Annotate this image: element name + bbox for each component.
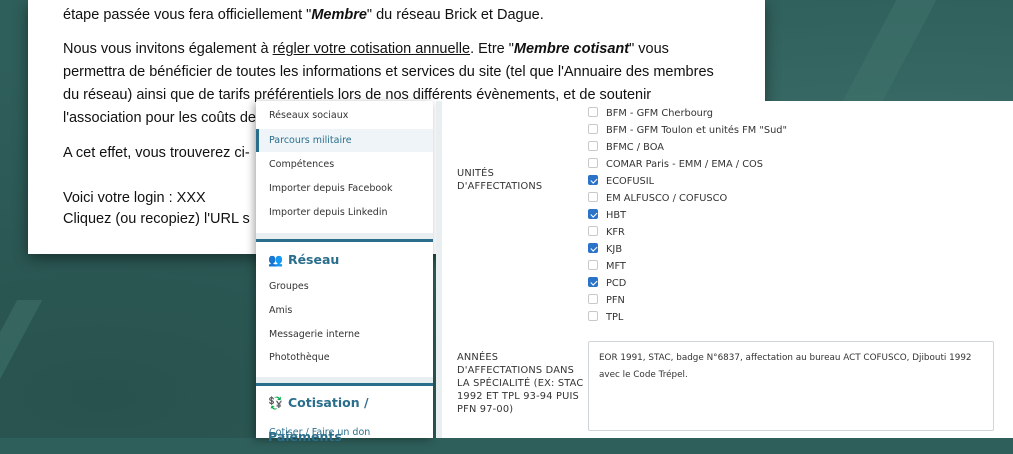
- checkbox-label: PFN: [606, 295, 625, 306]
- checkbox-row[interactable]: ECOFUSIL: [588, 173, 654, 190]
- sidebar-item-import-facebook[interactable]: Importer depuis Facebook: [256, 177, 433, 200]
- checkbox[interactable]: [588, 124, 598, 134]
- email-line-3: permettra de bénéficier de toutes les in…: [63, 64, 714, 80]
- checkbox-row[interactable]: BFM - GFM Cherbourg: [588, 105, 713, 122]
- sidebar-section-reseau[interactable]: 👥 Réseau: [256, 239, 433, 277]
- annees-textarea[interactable]: EOR 1991, STAC, badge N°6837, affectatio…: [588, 341, 994, 431]
- checkbox[interactable]: [588, 311, 598, 321]
- checkbox-row[interactable]: KJB: [588, 241, 622, 258]
- sidebar-item-groupes[interactable]: Groupes: [256, 275, 433, 298]
- checkbox-label: BFMC / BOA: [606, 142, 664, 153]
- checkbox-label: BFM - GFM Cherbourg: [606, 108, 713, 119]
- money-icon: 💱: [268, 396, 283, 410]
- checkbox-label: COMAR Paris - EMM / EMA / COS: [606, 159, 763, 170]
- checkbox-row[interactable]: PFN: [588, 292, 625, 309]
- sidebar-item-reseaux-sociaux[interactable]: Réseaux sociaux: [256, 104, 433, 127]
- unites-label: Unités d'affectations: [457, 168, 543, 192]
- email-line-6: A cet effet, vous trouverez ci-: [63, 145, 250, 161]
- checkbox-row[interactable]: BFM - GFM Toulon et unités FM "Sud": [588, 122, 787, 139]
- checkbox-row[interactable]: EM ALFUSCO / COFUSCO: [588, 190, 727, 207]
- checkbox-row[interactable]: KFR: [588, 224, 625, 241]
- users-icon: 👥: [268, 253, 283, 267]
- email-text: étape passée vous fera officiellement ": [63, 7, 312, 23]
- checkbox-checked[interactable]: [588, 175, 598, 185]
- email-text: . Etre ": [470, 41, 514, 57]
- email-text: " du réseau Brick et Dague.: [366, 7, 544, 23]
- checkbox[interactable]: [588, 192, 598, 202]
- email-bold-text: Membre: [311, 7, 367, 23]
- email-line-5: l'association pour les coûts de: [63, 110, 256, 126]
- checkbox-row[interactable]: BFMC / BOA: [588, 139, 664, 156]
- email-text: " vous: [629, 41, 669, 57]
- sidebar-item-phototheque[interactable]: Photothèque: [256, 346, 433, 369]
- sidebar-section-cotisation[interactable]: 💱 Cotisation / Paiements: [256, 383, 433, 444]
- sidebar-item-competences[interactable]: Compétences: [256, 153, 433, 176]
- checkbox-row[interactable]: COMAR Paris - EMM / EMA / COS: [588, 156, 763, 173]
- checkbox-checked[interactable]: [588, 243, 598, 253]
- checkbox-label: EM ALFUSCO / COFUSCO: [606, 193, 728, 204]
- checkbox-label: MFT: [606, 261, 626, 272]
- checkbox[interactable]: [588, 141, 598, 151]
- sidebar-item-cotiser[interactable]: Cotiser / Faire un don: [256, 421, 433, 444]
- checkbox-row[interactable]: PCD: [588, 275, 626, 292]
- checkbox-row[interactable]: TPL: [588, 309, 623, 326]
- checkbox[interactable]: [588, 294, 598, 304]
- sidebar-item-amis[interactable]: Amis: [256, 299, 433, 322]
- email-line-1: étape passée vous fera officiellement "M…: [63, 4, 544, 27]
- checkbox-label: TPL: [606, 312, 624, 323]
- checkbox-row[interactable]: HBT: [588, 207, 626, 224]
- profile-sidebar: Réseaux sociaux Parcours militaire Compé…: [256, 101, 433, 444]
- email-text: Nous vous invitons également à: [63, 41, 273, 57]
- parcours-form: Unités d'affectations BFM - GFM Cherbour…: [436, 101, 1013, 438]
- checkbox-row[interactable]: MFT: [588, 258, 626, 275]
- checkbox-label: PCD: [606, 278, 627, 289]
- checkbox[interactable]: [588, 158, 598, 168]
- checkbox-label: KJB: [606, 244, 623, 255]
- annees-label: Années d'affectations dans la spécialité…: [457, 352, 584, 415]
- checkbox[interactable]: [588, 107, 598, 117]
- checkbox-checked[interactable]: [588, 209, 598, 219]
- sidebar-item-import-linkedin[interactable]: Importer depuis Linkedin: [256, 201, 433, 224]
- email-line-8: Cliquez (ou recopiez) l'URL s: [63, 211, 250, 227]
- email-line-2: Nous vous invitons également à régler vo…: [63, 38, 669, 61]
- checkbox-checked[interactable]: [588, 277, 598, 287]
- email-bold-text: Membre cotisant: [513, 41, 630, 57]
- checkbox-label: BFM - GFM Toulon et unités FM "Sud": [606, 125, 787, 136]
- email-line-7: Voici votre login : XXX: [63, 190, 206, 206]
- checkbox[interactable]: [588, 226, 598, 236]
- checkbox[interactable]: [588, 260, 598, 270]
- panel-border: [436, 101, 442, 438]
- cotisation-link[interactable]: régler votre cotisation annuelle: [273, 41, 470, 57]
- checkbox-label: KFR: [606, 227, 625, 238]
- checkbox-label: HBT: [606, 210, 627, 221]
- section-title: Réseau: [287, 252, 340, 267]
- checkbox-label: ECOFUSIL: [606, 176, 655, 187]
- sidebar-item-messagerie[interactable]: Messagerie interne: [256, 323, 433, 346]
- sidebar-item-parcours-militaire[interactable]: Parcours militaire: [256, 129, 433, 152]
